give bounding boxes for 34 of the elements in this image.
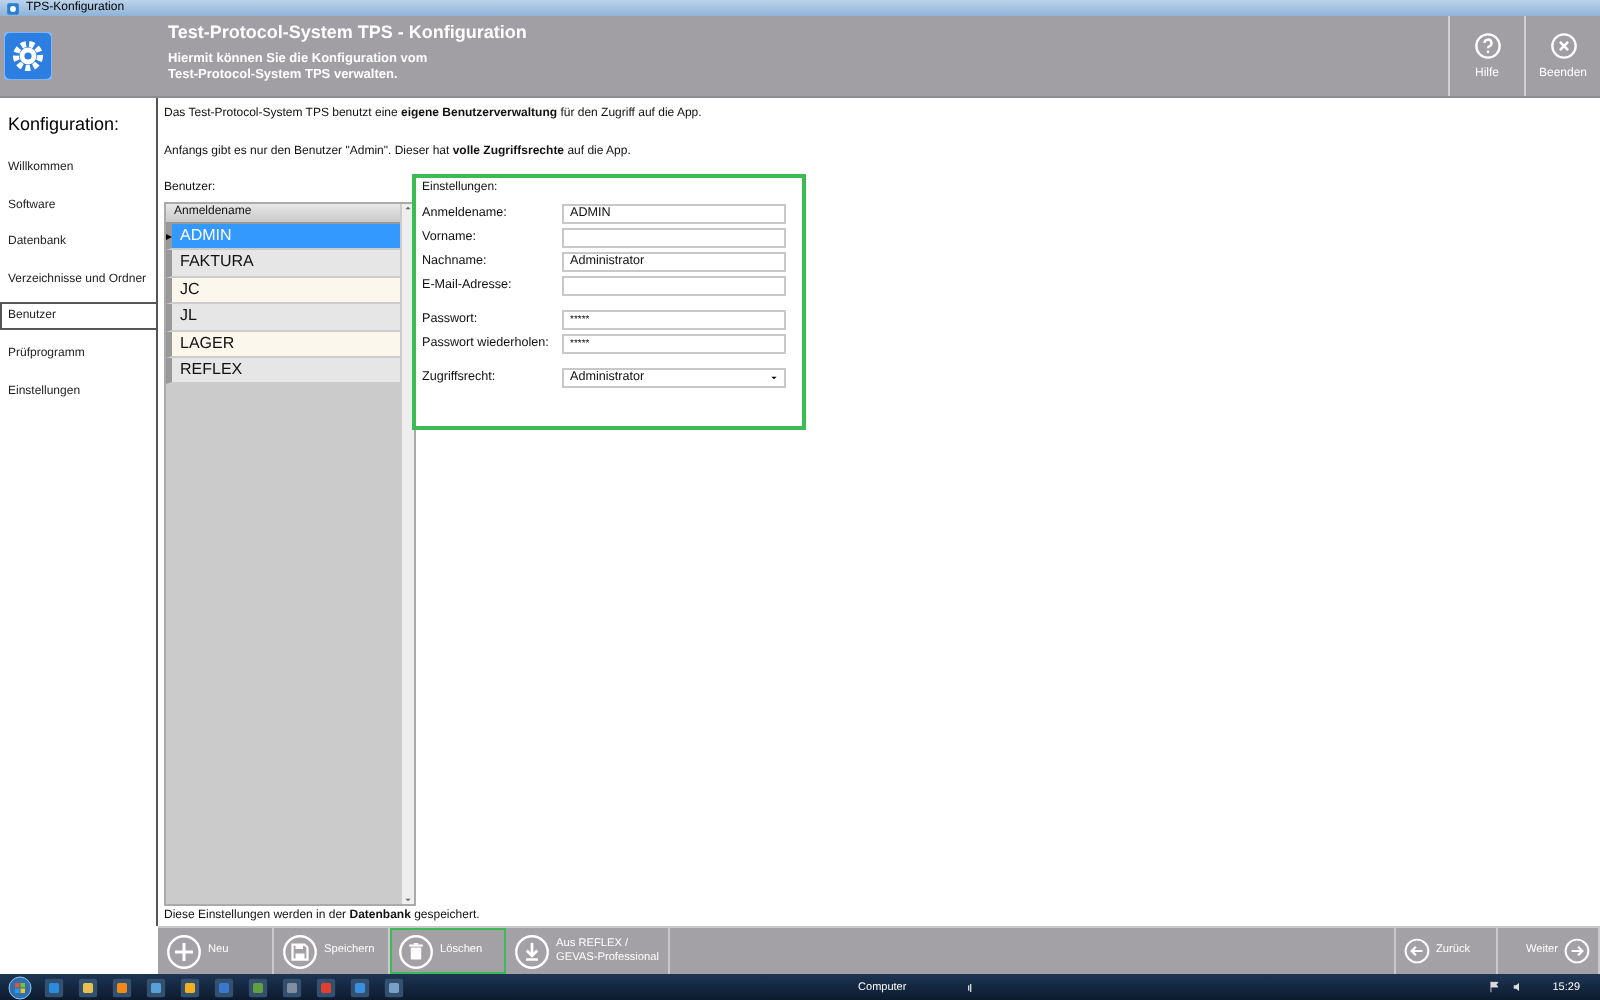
taskbar-app-icon[interactable] bbox=[348, 977, 372, 997]
taskbar-app-icon[interactable] bbox=[76, 977, 100, 997]
taskbar-app-icon[interactable] bbox=[42, 977, 66, 997]
input-field[interactable] bbox=[562, 275, 786, 295]
taskbar-app-icon[interactable] bbox=[246, 977, 270, 997]
scroll-down-icon[interactable] bbox=[404, 896, 412, 904]
taskbar-app-icon[interactable] bbox=[382, 977, 406, 997]
sidebar-heading: Konfiguration: bbox=[8, 114, 122, 134]
row-pointer-icon bbox=[166, 232, 172, 242]
user-row[interactable]: JC bbox=[166, 277, 400, 305]
gear-icon bbox=[4, 32, 52, 80]
user-row[interactable]: REFLEX bbox=[166, 357, 400, 385]
floppy-disk-icon bbox=[282, 933, 318, 969]
input-field[interactable] bbox=[562, 227, 786, 247]
start-button[interactable] bbox=[8, 975, 32, 999]
help-icon bbox=[1473, 32, 1501, 60]
user-row[interactable]: LAGER bbox=[166, 331, 400, 358]
close-icon bbox=[1549, 32, 1577, 60]
scroll-up-icon[interactable] bbox=[404, 204, 412, 212]
flag-icon[interactable] bbox=[1488, 980, 1503, 994]
app-icon bbox=[6, 1, 20, 15]
trash-icon bbox=[398, 933, 434, 969]
plus-icon bbox=[166, 933, 202, 969]
user-row[interactable]: JL bbox=[166, 304, 400, 332]
dropdown-caret-icon bbox=[770, 373, 778, 381]
taskbar-app-icon[interactable] bbox=[314, 977, 338, 997]
taskbar-app-icon[interactable] bbox=[280, 977, 304, 997]
download-icon bbox=[514, 933, 550, 969]
taskbar-app-icon[interactable] bbox=[144, 977, 168, 997]
taskbar-app-icon[interactable] bbox=[178, 977, 202, 997]
user-row[interactable]: FAKTURA bbox=[166, 250, 400, 278]
header-title: Test-Protocol-System TPS - Konfiguration bbox=[168, 22, 529, 42]
taskbar-app-icon[interactable] bbox=[110, 977, 134, 997]
scrollbar[interactable] bbox=[400, 204, 414, 904]
